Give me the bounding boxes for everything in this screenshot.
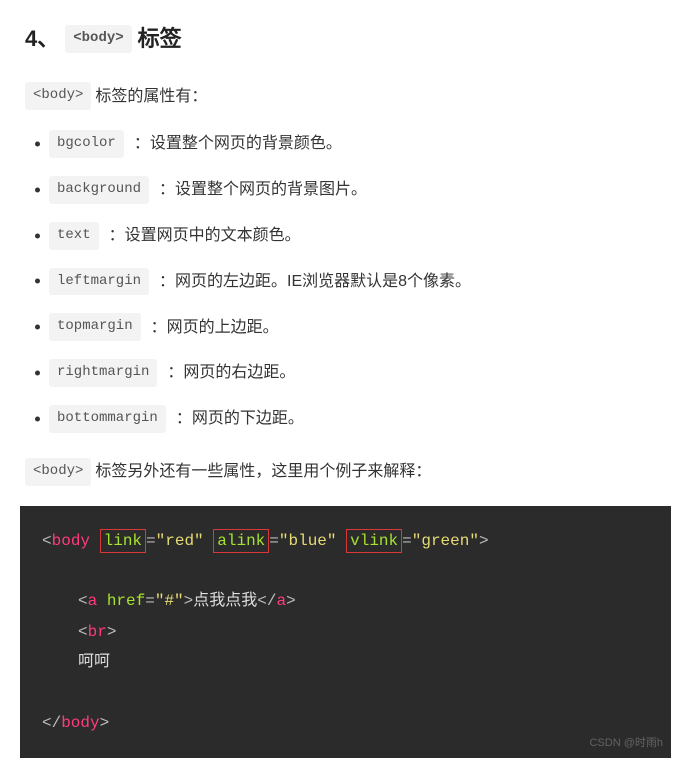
code-line xyxy=(42,678,649,708)
list-item: background ：设置整个网页的背景图片。 xyxy=(35,176,666,204)
intro-text: 标签的属性有： xyxy=(95,83,207,110)
attr-code: leftmargin xyxy=(49,268,149,296)
code-line: <body link="red" alink="blue" vlink="gre… xyxy=(42,526,649,556)
section-heading: 4、 <body> 标签 xyxy=(25,20,666,57)
list-item: rightmargin ：网页的右边距。 xyxy=(35,359,666,387)
attr-code: background xyxy=(49,176,149,204)
attr-code: bgcolor xyxy=(49,130,124,158)
code-line: <br> xyxy=(42,617,649,647)
outro-text: 标签另外还有一些属性，这里用个例子来解释： xyxy=(95,458,431,485)
code-line: <a href="#">点我点我</a> xyxy=(42,586,649,616)
attr-desc: ：网页的下边距。 xyxy=(176,405,304,432)
attr-desc: ：设置网页中的文本颜色。 xyxy=(109,222,301,249)
list-item: bottommargin ：网页的下边距。 xyxy=(35,405,666,433)
code-line: 呵呵 xyxy=(42,647,649,677)
code-line xyxy=(42,556,649,586)
heading-code: <body> xyxy=(65,25,131,53)
heading-number: 4、 xyxy=(25,20,59,57)
outro-code: <body> xyxy=(25,458,91,486)
intro-code: <body> xyxy=(25,82,91,110)
list-item: bgcolor ：设置整个网页的背景颜色。 xyxy=(35,130,666,158)
attribute-list: bgcolor ：设置整个网页的背景颜色。 background ：设置整个网页… xyxy=(25,130,666,433)
attr-code: topmargin xyxy=(49,313,141,341)
attr-code: bottommargin xyxy=(49,405,166,433)
attr-desc: ：网页的上边距。 xyxy=(151,314,279,341)
list-item: leftmargin ：网页的左边距。IE浏览器默认是8个像素。 xyxy=(35,268,666,296)
attr-desc: ：网页的右边距。 xyxy=(167,359,295,386)
intro-paragraph: <body> 标签的属性有： xyxy=(25,82,666,110)
code-example-block: <body link="red" alink="blue" vlink="gre… xyxy=(20,506,671,759)
attr-desc: ：设置整个网页的背景图片。 xyxy=(159,176,367,203)
list-item: text ：设置网页中的文本颜色。 xyxy=(35,222,666,250)
code-line: </body> xyxy=(42,708,649,738)
attr-code: rightmargin xyxy=(49,359,157,387)
attr-code: text xyxy=(49,222,99,250)
list-item: topmargin ：网页的上边距。 xyxy=(35,313,666,341)
attr-desc: ：网页的左边距。IE浏览器默认是8个像素。 xyxy=(159,268,471,295)
heading-title: 标签 xyxy=(138,20,182,57)
outro-paragraph: <body> 标签另外还有一些属性，这里用个例子来解释： xyxy=(25,458,666,486)
attr-desc: ：设置整个网页的背景颜色。 xyxy=(134,130,342,157)
watermark-text: CSDN @时雨h xyxy=(589,733,663,754)
